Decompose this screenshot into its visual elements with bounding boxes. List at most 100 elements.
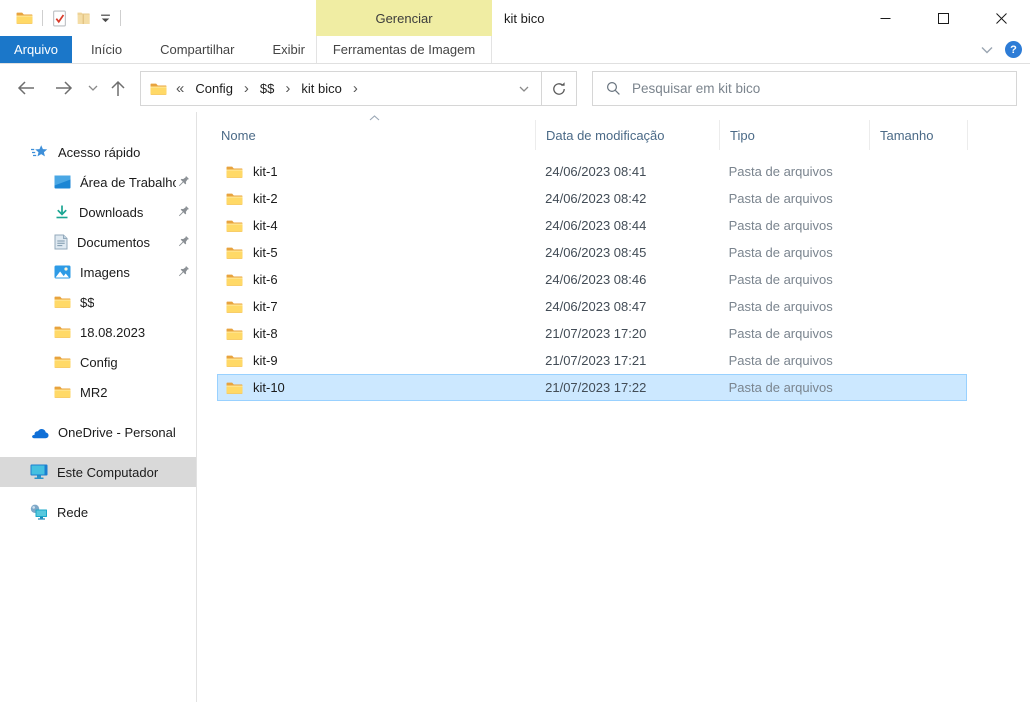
sidebar-item-documents[interactable]: Documentos [0, 227, 196, 257]
folder-icon [226, 165, 243, 179]
file-row-kit-8[interactable]: kit-8 21/07/2023 17:20 Pasta de arquivos [217, 320, 967, 347]
file-type-cell: Pasta de arquivos [719, 380, 869, 395]
address-folder-icon [150, 82, 167, 96]
qat-pale-folder-icon[interactable] [76, 10, 91, 26]
file-name-cell: kit-1 [218, 164, 535, 179]
file-name-cell: kit-8 [218, 326, 535, 341]
column-header-type[interactable]: Tipo [719, 120, 869, 150]
file-date-cell: 21/07/2023 17:21 [535, 353, 719, 368]
ribbon-right-controls: ? [981, 36, 1022, 63]
close-button[interactable] [972, 0, 1030, 36]
folder-icon [54, 355, 71, 369]
file-type-cell: Pasta de arquivos [719, 326, 869, 341]
file-row-kit-1[interactable]: kit-1 24/06/2023 08:41 Pasta de arquivos [217, 158, 967, 185]
close-icon [996, 13, 1007, 24]
folder-icon [226, 327, 243, 341]
sidebar-item-desktop[interactable]: Área de Trabalho [0, 167, 196, 197]
column-header-name[interactable]: Nome [217, 120, 535, 150]
sidebar-item-config[interactable]: Config [0, 347, 196, 377]
maximize-button[interactable] [914, 0, 972, 36]
pin-icon [175, 204, 191, 220]
folder-icon [54, 325, 71, 339]
address-bar[interactable]: « Config › $$ › kit bico › [140, 71, 577, 106]
file-name-cell: kit-6 [218, 272, 535, 287]
breadcrumb-separator-icon[interactable]: › [235, 80, 258, 97]
refresh-button[interactable] [541, 71, 577, 106]
sidebar-item-downloads[interactable]: Downloads [0, 197, 196, 227]
up-button[interactable] [106, 64, 130, 112]
breadcrumb-collapsed[interactable]: « [167, 80, 193, 97]
sidebar-item-dollar-folder[interactable]: $$ [0, 287, 196, 317]
tab-share[interactable]: Compartilhar [141, 36, 253, 63]
quick-access-star-icon [30, 144, 49, 160]
breadcrumb-segment[interactable]: $$ [258, 81, 276, 96]
folder-icon [54, 295, 71, 309]
customize-qat-dropdown-icon[interactable] [100, 14, 111, 23]
file-row-kit-2[interactable]: kit-2 24/06/2023 08:42 Pasta de arquivos [217, 185, 967, 212]
help-button[interactable]: ? [1005, 41, 1022, 58]
refresh-icon [551, 81, 567, 97]
forward-button[interactable] [52, 64, 76, 112]
sidebar-item-18-08-2023[interactable]: 18.08.2023 [0, 317, 196, 347]
file-row-kit-5[interactable]: kit-5 24/06/2023 08:45 Pasta de arquivos [217, 239, 967, 266]
forward-arrow-icon [55, 81, 73, 95]
breadcrumb-segment[interactable]: Config [193, 81, 235, 96]
file-row-kit-4[interactable]: kit-4 24/06/2023 08:44 Pasta de arquivos [217, 212, 967, 239]
maximize-icon [938, 13, 949, 24]
column-header-date-modified[interactable]: Data de modificação [535, 120, 719, 150]
breadcrumb-segment[interactable]: kit bico [299, 81, 343, 96]
sidebar-item-network[interactable]: Rede [0, 497, 196, 527]
address-dropdown-button[interactable] [507, 81, 541, 96]
sidebar-item-this-pc[interactable]: Este Computador [0, 457, 196, 487]
sidebar-group-gap [0, 487, 196, 497]
navigation-bar: « Config › $$ › kit bico › [0, 64, 1030, 112]
file-name-cell: kit-5 [218, 245, 535, 260]
file-type-cell: Pasta de arquivos [719, 299, 869, 314]
document-icon [54, 234, 68, 250]
folder-icon [54, 385, 71, 399]
breadcrumb: « Config › $$ › kit bico › [141, 72, 507, 105]
file-date-cell: 21/07/2023 17:22 [535, 380, 719, 395]
file-name-cell: kit-10 [218, 380, 535, 395]
tab-home[interactable]: Início [72, 36, 141, 63]
search-box [592, 71, 1017, 106]
sidebar-item-quick-access[interactable]: Acesso rápido [0, 137, 196, 167]
sidebar-item-pictures[interactable]: Imagens [0, 257, 196, 287]
qat-folder-icon[interactable] [16, 11, 33, 25]
folder-icon [226, 246, 243, 260]
pictures-icon [54, 265, 71, 279]
recent-locations-button[interactable] [85, 64, 101, 112]
back-arrow-icon [17, 81, 35, 95]
file-name-cell: kit-9 [218, 353, 535, 368]
file-date-cell: 24/06/2023 08:45 [535, 245, 719, 260]
file-date-cell: 24/06/2023 08:47 [535, 299, 719, 314]
column-header-size[interactable]: Tamanho [869, 120, 967, 150]
contextual-tab-group: Gerenciar [316, 0, 492, 36]
tab-view[interactable]: Exibir [254, 36, 325, 63]
breadcrumb-separator-icon[interactable]: › [276, 80, 299, 97]
qat-separator [42, 10, 43, 26]
minimize-button[interactable] [856, 0, 914, 36]
file-row-kit-10-selected[interactable]: kit-10 21/07/2023 17:22 Pasta de arquivo… [217, 374, 967, 401]
folder-icon [226, 219, 243, 233]
sidebar-item-mr2[interactable]: MR2 [0, 377, 196, 407]
search-input[interactable] [632, 81, 1016, 96]
file-row-kit-9[interactable]: kit-9 21/07/2023 17:21 Pasta de arquivos [217, 347, 967, 374]
tab-image-tools[interactable]: Ferramentas de Imagem [316, 36, 492, 63]
qat-checkmark-doc-icon[interactable] [52, 10, 67, 27]
file-type-cell: Pasta de arquivos [719, 245, 869, 260]
file-date-cell: 24/06/2023 08:46 [535, 272, 719, 287]
file-date-cell: 24/06/2023 08:44 [535, 218, 719, 233]
breadcrumb-separator-icon[interactable]: › [344, 80, 367, 97]
file-row-kit-7[interactable]: kit-7 24/06/2023 08:47 Pasta de arquivos [217, 293, 967, 320]
file-row-kit-6[interactable]: kit-6 24/06/2023 08:46 Pasta de arquivos [217, 266, 967, 293]
expand-ribbon-chevron-icon[interactable] [981, 46, 993, 54]
tab-file[interactable]: Arquivo [0, 36, 72, 63]
folder-icon [226, 300, 243, 314]
window-body: Acesso rápido Área de Trabalho Downloads [0, 112, 1030, 702]
title-bar: Gerenciar kit bico [0, 0, 1030, 36]
file-date-cell: 24/06/2023 08:42 [535, 191, 719, 206]
back-button[interactable] [14, 64, 38, 112]
ribbon-tabs: Arquivo Início Compartilhar Exibir Ferra… [0, 36, 1030, 64]
sidebar-item-onedrive[interactable]: OneDrive - Personal [0, 417, 196, 447]
